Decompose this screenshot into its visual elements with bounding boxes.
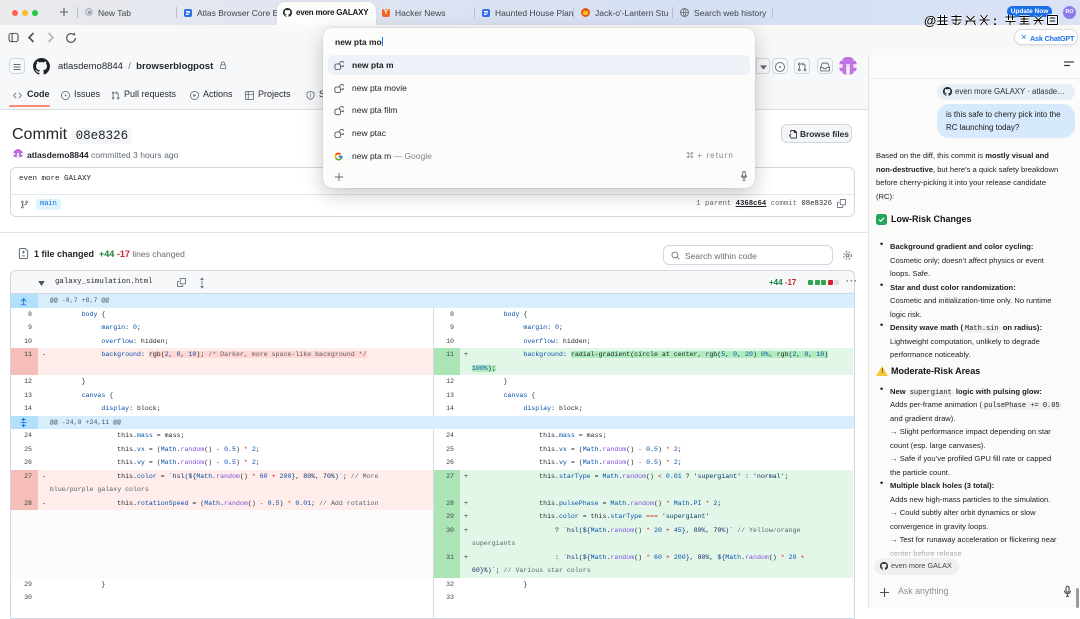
svg-text:@: @: [924, 14, 936, 27]
svg-text::: :: [993, 14, 997, 27]
